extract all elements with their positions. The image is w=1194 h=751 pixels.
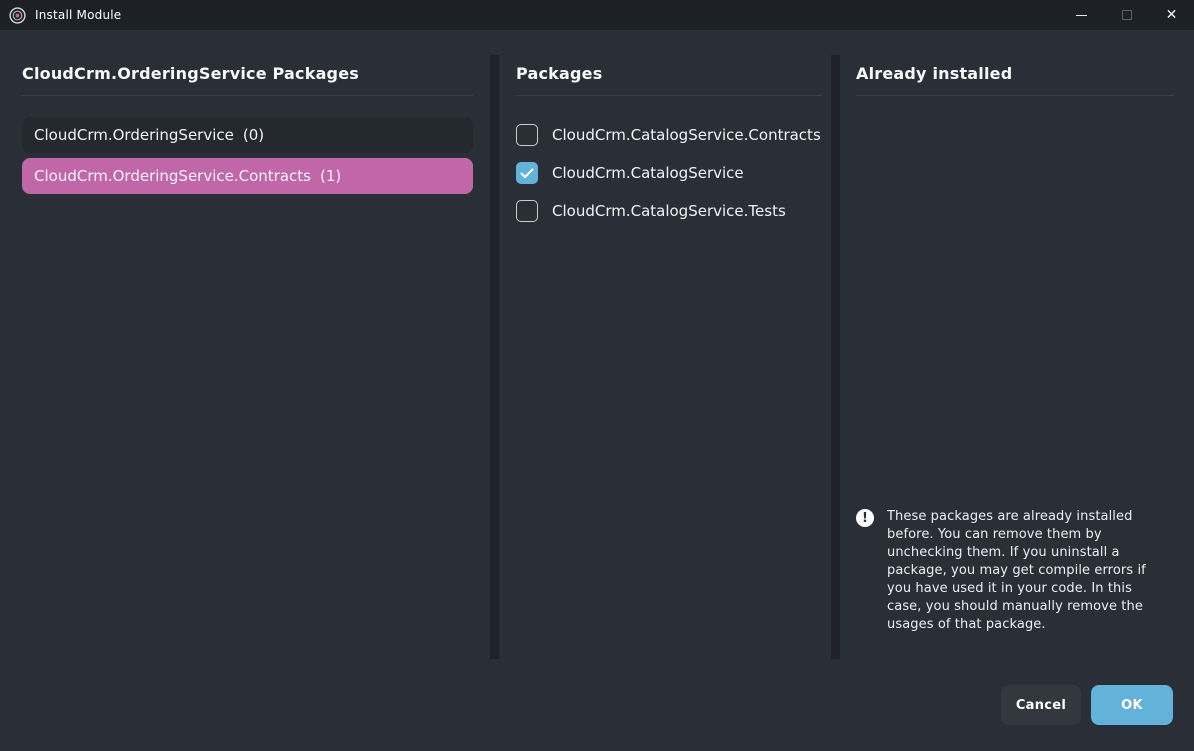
column-splitter-left[interactable] (490, 55, 499, 659)
minimize-icon (1076, 15, 1087, 16)
packages-column-header: Packages (516, 64, 822, 83)
already-installed-header: Already installed (856, 64, 1174, 83)
already-installed-note: ! These packages are already installed b… (856, 508, 1172, 634)
package-label: CloudCrm.CatalogService.Contracts (552, 126, 821, 144)
module-item-label: CloudCrm.OrderingService (34, 126, 234, 144)
maximize-button[interactable] (1104, 0, 1149, 30)
minimize-button[interactable] (1059, 0, 1104, 30)
modules-column-header: CloudCrm.OrderingService Packages (22, 64, 473, 83)
module-list-item-orderingservice[interactable]: CloudCrm.OrderingService (0) (22, 117, 473, 153)
module-item-count: (0) (243, 126, 264, 144)
package-list: CloudCrm.CatalogService.Contracts CloudC… (516, 116, 822, 230)
package-label: CloudCrm.CatalogService.Tests (552, 202, 786, 220)
module-item-label: CloudCrm.OrderingService.Contracts (34, 167, 311, 185)
module-list-item-orderingservice-contracts[interactable]: CloudCrm.OrderingService.Contracts (1) (22, 158, 473, 194)
module-item-count: (1) (320, 167, 341, 185)
modules-column: CloudCrm.OrderingService Packages CloudC… (22, 64, 473, 194)
packages-header-divider (516, 95, 822, 96)
already-installed-note-text: These packages are already installed bef… (887, 508, 1159, 634)
modules-header-divider (22, 95, 473, 96)
checkmark-icon (520, 168, 534, 179)
titlebar: Install Module ✕ (0, 0, 1194, 30)
install-module-dialog: Install Module ✕ CloudCrm.OrderingServic… (0, 0, 1194, 751)
cancel-button[interactable]: Cancel (1001, 685, 1081, 725)
packages-column: Packages CloudCrm.CatalogService.Contrac… (516, 64, 822, 230)
package-row-catalogservice-contracts[interactable]: CloudCrm.CatalogService.Contracts (516, 116, 822, 154)
checkbox-checked-icon[interactable] (516, 162, 538, 184)
checkbox-unchecked-icon[interactable] (516, 124, 538, 146)
column-splitter-right[interactable] (831, 55, 840, 659)
maximize-icon (1122, 10, 1132, 20)
close-button[interactable]: ✕ (1149, 0, 1194, 30)
close-icon: ✕ (1166, 8, 1178, 22)
info-exclamation-icon: ! (856, 509, 874, 527)
module-list: CloudCrm.OrderingService (0) CloudCrm.Or… (22, 117, 473, 194)
checkbox-unchecked-icon[interactable] (516, 200, 538, 222)
package-row-catalogservice[interactable]: CloudCrm.CatalogService (516, 154, 822, 192)
already-installed-column: Already installed (856, 64, 1174, 96)
package-row-catalogservice-tests[interactable]: CloudCrm.CatalogService.Tests (516, 192, 822, 230)
package-label: CloudCrm.CatalogService (552, 164, 744, 182)
already-installed-header-divider (856, 95, 1174, 96)
app-logo-icon (9, 7, 26, 24)
window-title: Install Module (35, 8, 121, 22)
ok-button[interactable]: OK (1091, 685, 1173, 725)
